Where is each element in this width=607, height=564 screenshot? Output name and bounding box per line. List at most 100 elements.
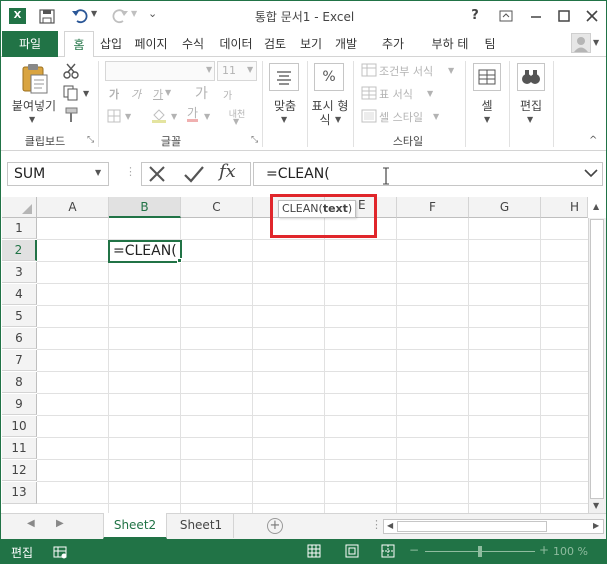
tab-review[interactable]: 검토 bbox=[260, 31, 290, 57]
column-header-g[interactable]: G bbox=[469, 197, 541, 218]
sheet-tab-sheet1[interactable]: Sheet1 bbox=[169, 513, 233, 539]
copy-icon[interactable] bbox=[63, 85, 79, 101]
number-format-icon[interactable]: % bbox=[314, 63, 344, 91]
column-header-c[interactable]: C bbox=[181, 197, 253, 218]
name-box-dropdown-icon[interactable]: ▼ bbox=[95, 168, 101, 177]
cut-icon[interactable] bbox=[63, 63, 79, 79]
tab-home[interactable]: 홈 bbox=[64, 31, 94, 58]
page-break-view-icon[interactable] bbox=[381, 544, 395, 558]
gridline bbox=[468, 218, 469, 513]
row-header-13[interactable]: 13 bbox=[2, 482, 37, 504]
row-header-7[interactable]: 7 bbox=[2, 350, 37, 371]
active-cell-b2[interactable]: =CLEAN( bbox=[108, 240, 182, 263]
alignment-dropdown-icon[interactable]: ▼ bbox=[281, 115, 287, 124]
scroll-up-icon[interactable]: ▲ bbox=[593, 202, 599, 211]
column-header-f[interactable]: F bbox=[397, 197, 469, 218]
scroll-down-icon[interactable]: ▼ bbox=[593, 501, 599, 510]
tab-add-ins[interactable]: 추가 bbox=[377, 31, 409, 57]
row-header-3[interactable]: 3 bbox=[2, 262, 37, 283]
alignment-icon[interactable] bbox=[269, 63, 299, 91]
user-avatar[interactable] bbox=[571, 33, 591, 53]
tab-developer[interactable]: 개발 bbox=[330, 31, 362, 57]
gridline bbox=[37, 393, 588, 394]
vertical-scroll-thumb[interactable] bbox=[590, 219, 604, 499]
close-icon[interactable] bbox=[581, 5, 603, 27]
copy-dropdown-icon[interactable]: ▼ bbox=[83, 89, 89, 98]
row-header-11[interactable]: 11 bbox=[2, 438, 37, 459]
tab-formulas[interactable]: 수식 bbox=[177, 31, 209, 57]
cell-styles-icon bbox=[361, 109, 377, 123]
paste-button-label[interactable]: 붙여넣기 bbox=[9, 97, 59, 114]
page-layout-view-icon[interactable] bbox=[345, 544, 359, 558]
zoom-out-icon[interactable]: − bbox=[409, 543, 419, 557]
insert-function-button[interactable]: fx bbox=[219, 161, 236, 182]
select-all-corner[interactable] bbox=[2, 197, 37, 218]
tab-view[interactable]: 보기 bbox=[296, 31, 326, 57]
tab-load-test[interactable]: 부하 테 bbox=[425, 31, 475, 57]
cancel-entry-icon[interactable] bbox=[147, 164, 167, 184]
find-binoculars-icon[interactable] bbox=[517, 63, 545, 91]
help-button[interactable]: ? bbox=[464, 5, 486, 27]
cells-button-label[interactable]: 셀 bbox=[473, 97, 501, 114]
tab-page-layout[interactable]: 페이지 bbox=[130, 31, 172, 57]
tab-team[interactable]: 팀 bbox=[478, 31, 502, 57]
number-format-label-line2[interactable]: 식 bbox=[315, 111, 335, 128]
zoom-level[interactable]: 100 % bbox=[553, 545, 588, 558]
paste-dropdown-icon[interactable]: ▼ bbox=[29, 115, 35, 124]
tab-data[interactable]: 데이터 bbox=[215, 31, 257, 57]
conditional-format-dropdown-icon: ▼ bbox=[448, 66, 455, 75]
editing-button-label[interactable]: 편집 bbox=[513, 97, 549, 114]
font-launcher-icon[interactable]: ⤡ bbox=[251, 135, 258, 145]
clipboard-launcher-icon[interactable]: ⤡ bbox=[87, 135, 94, 145]
collapse-ribbon-icon[interactable]: ^ bbox=[589, 135, 597, 146]
row-header-6[interactable]: 6 bbox=[2, 328, 37, 349]
tab-file[interactable]: 파일 bbox=[2, 31, 58, 57]
number-format-dropdown-icon[interactable]: ▼ bbox=[335, 115, 341, 124]
sheet-tab-sheet2[interactable]: Sheet2 bbox=[103, 513, 167, 539]
row-header-4[interactable]: 4 bbox=[2, 284, 37, 305]
maximize-icon[interactable] bbox=[553, 5, 575, 27]
horizontal-scroll-thumb[interactable] bbox=[397, 521, 547, 532]
minimize-icon[interactable] bbox=[525, 5, 547, 27]
new-sheet-plus-icon[interactable]: + bbox=[267, 518, 283, 534]
tab-split-grip-icon[interactable]: ⋮ bbox=[371, 518, 382, 531]
expand-formula-bar-icon[interactable] bbox=[583, 165, 599, 181]
row-header-9[interactable]: 9 bbox=[2, 394, 37, 415]
cells-icon[interactable] bbox=[473, 63, 501, 91]
alignment-button-label[interactable]: 맞춤 bbox=[269, 97, 301, 114]
row-header-8[interactable]: 8 bbox=[2, 372, 37, 393]
row-header-2[interactable]: 2 bbox=[2, 240, 37, 261]
name-box[interactable]: SUM bbox=[7, 162, 109, 186]
normal-view-icon[interactable] bbox=[307, 544, 321, 558]
zoom-slider-thumb[interactable] bbox=[478, 546, 482, 557]
hscroll-left-icon[interactable]: ◀ bbox=[387, 521, 393, 530]
account-dropdown-icon[interactable]: ▼ bbox=[593, 38, 599, 47]
worksheet-grid[interactable] bbox=[1, 197, 606, 513]
tab-insert[interactable]: 삽입 bbox=[96, 31, 126, 57]
row-header-12[interactable]: 12 bbox=[2, 460, 37, 481]
grow-font-button: 가 bbox=[195, 86, 208, 102]
ribbon-display-options-icon[interactable] bbox=[495, 5, 517, 27]
gridline bbox=[37, 437, 588, 438]
gridline bbox=[37, 481, 588, 482]
format-painter-icon[interactable] bbox=[63, 107, 79, 123]
column-header-a[interactable]: A bbox=[37, 197, 109, 218]
sheet-scroll-right-icon[interactable]: ▶ bbox=[56, 518, 64, 529]
hscroll-right-icon[interactable]: ▶ bbox=[593, 521, 599, 530]
column-header-h[interactable]: H bbox=[541, 197, 588, 218]
paste-icon[interactable] bbox=[19, 63, 49, 95]
cells-dropdown-icon[interactable]: ▼ bbox=[484, 115, 490, 124]
fill-color-icon bbox=[151, 107, 167, 123]
fill-handle[interactable] bbox=[177, 258, 182, 263]
zoom-in-icon[interactable]: + bbox=[539, 543, 549, 557]
sheet-scroll-left-icon[interactable]: ◀ bbox=[27, 518, 35, 529]
editing-dropdown-icon[interactable]: ▼ bbox=[527, 115, 533, 124]
column-header-b[interactable]: B bbox=[109, 197, 181, 218]
row-header-1[interactable]: 1 bbox=[2, 218, 37, 239]
row-header-5[interactable]: 5 bbox=[2, 306, 37, 327]
row-header-10[interactable]: 10 bbox=[2, 416, 37, 437]
enter-check-icon[interactable] bbox=[183, 164, 205, 184]
fill-color-dropdown-icon: ▼ bbox=[171, 112, 178, 121]
formula-input[interactable]: =CLEAN( bbox=[253, 162, 603, 186]
macro-record-icon[interactable] bbox=[53, 545, 67, 559]
